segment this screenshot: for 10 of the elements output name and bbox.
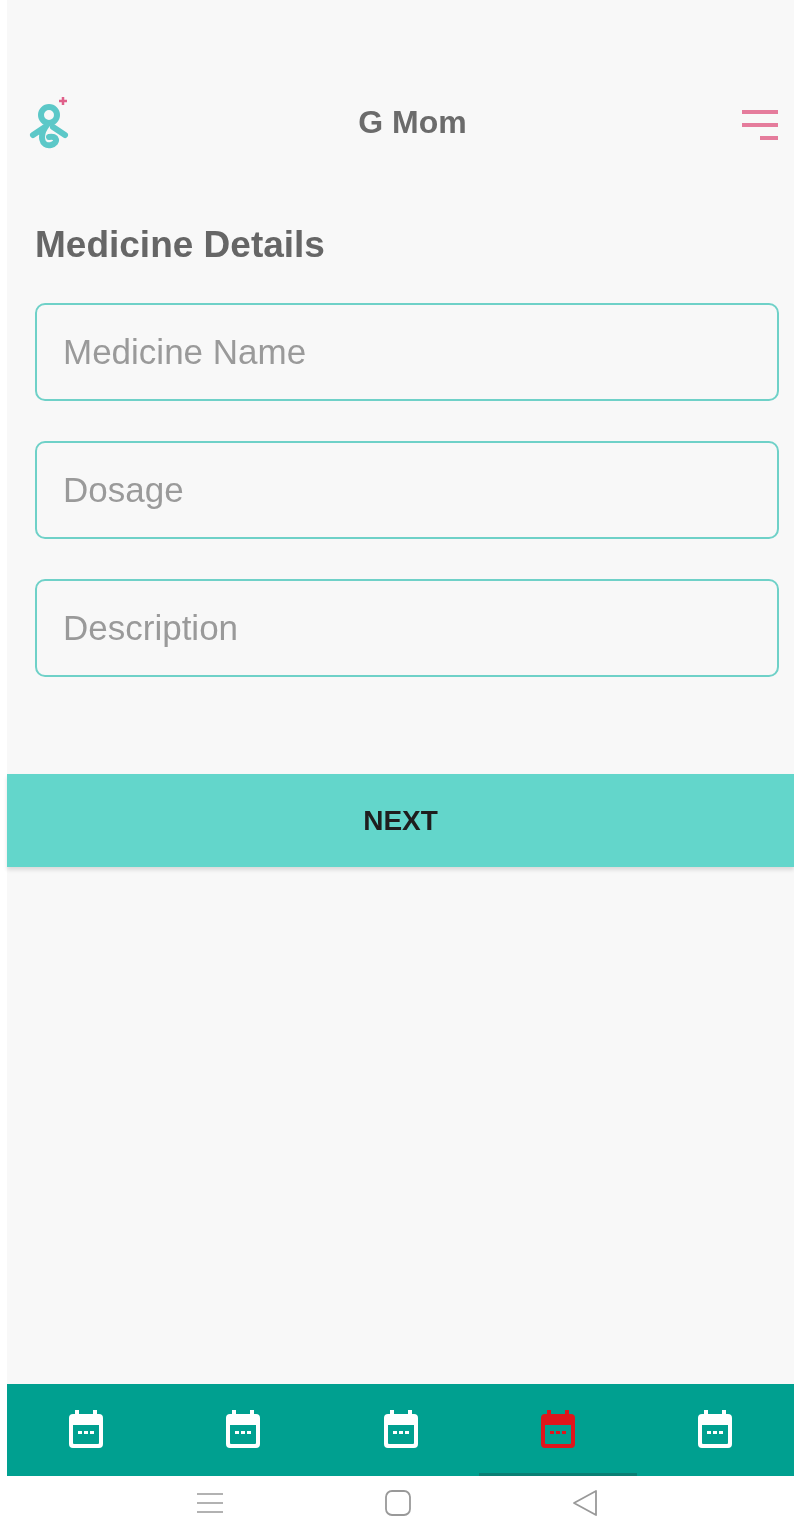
menu-icon[interactable]	[742, 109, 780, 140]
menu-icon[interactable]	[196, 1491, 224, 1514]
next-button[interactable]: NEXT	[7, 774, 794, 868]
input-field[interactable]: Description	[35, 579, 779, 678]
home-icon[interactable]	[384, 1488, 412, 1517]
app-title: G Mom	[358, 104, 467, 141]
form-heading: Medicine Details	[35, 223, 326, 267]
input-field[interactable]: Dosage	[35, 441, 779, 540]
back-icon[interactable]	[572, 1488, 598, 1517]
input-field[interactable]: Medicine Name	[35, 303, 779, 402]
